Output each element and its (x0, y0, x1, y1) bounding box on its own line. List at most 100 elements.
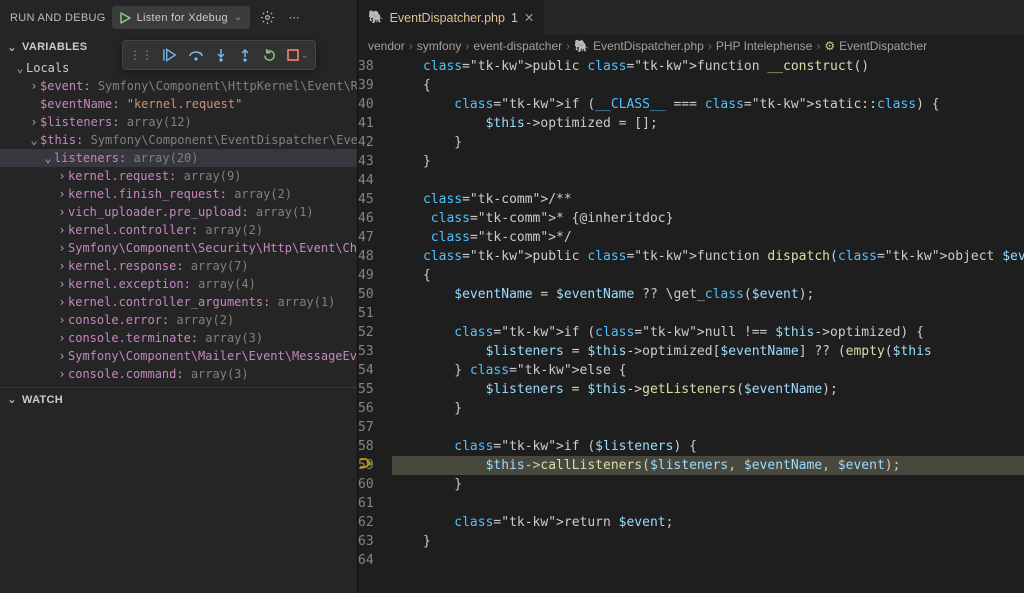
locals-label: Locals (26, 59, 69, 77)
code-line[interactable]: } (392, 152, 1024, 171)
var-value: array(20) (133, 149, 198, 167)
var-value: array(3) (205, 329, 263, 347)
var-array-item[interactable]: ›console.error: array(2) (0, 311, 357, 329)
code-line[interactable] (392, 418, 1024, 437)
var-array-item[interactable]: ›kernel.controller_arguments: array(1) (0, 293, 357, 311)
code-line[interactable] (392, 304, 1024, 323)
code-line[interactable]: $this->callListeners($listeners, $eventN… (392, 456, 1024, 475)
run-header: RUN AND DEBUG Listen for Xdebug ⌄ ⋯ (0, 0, 357, 35)
var-array-item[interactable]: ›kernel.finish_request: array(2) (0, 185, 357, 203)
var-this[interactable]: ⌄ $this: Symfony\Component\EventDispatch… (0, 131, 357, 149)
code-line[interactable]: class="tk-comm">*/ (392, 228, 1024, 247)
code-line[interactable]: class="tk-kw">if (class="tk-kw">null !==… (392, 323, 1024, 342)
code-line[interactable]: { (392, 76, 1024, 95)
watch-label: WATCH (22, 394, 63, 406)
code-line[interactable]: { (392, 266, 1024, 285)
code-editor[interactable]: class="tk-kw">public class="tk-kw">funct… (392, 57, 1024, 593)
breadcrumb-item[interactable]: vendor (368, 39, 405, 53)
code-line[interactable]: class="tk-kw">public class="tk-kw">funct… (392, 247, 1024, 266)
var-key: $eventName: (40, 95, 119, 113)
var-key: kernel.exception: (68, 275, 191, 293)
chevron-right-icon: › (28, 113, 40, 131)
more-icon[interactable]: ⋯ (285, 11, 304, 24)
var-value: array(1) (278, 293, 336, 311)
var-listeners20[interactable]: ⌄ listeners: array(20) (0, 149, 357, 167)
chevron-down-icon[interactable]: ⌄ (234, 12, 243, 23)
var-array-item[interactable]: ›kernel.response: array(7) (0, 257, 357, 275)
chevron-down-icon: ⌄ (28, 131, 40, 149)
code-line[interactable]: class="tk-comm">* {@inheritdoc} (392, 209, 1024, 228)
code-line[interactable]: class="tk-kw">public class="tk-kw">funct… (392, 57, 1024, 76)
breadcrumb-item[interactable]: PHP Intelephense (716, 39, 813, 53)
restart-icon[interactable] (262, 48, 277, 63)
chevron-right-icon: › (56, 311, 68, 329)
var-eventname[interactable]: $eventName: "kernel.request" (0, 95, 357, 113)
code-line[interactable]: } (392, 399, 1024, 418)
gear-icon[interactable] (256, 10, 279, 25)
code-line[interactable]: class="tk-kw">if ($listeners) { (392, 437, 1024, 456)
code-line[interactable]: } (392, 133, 1024, 152)
stop-icon[interactable]: ⌄ (287, 49, 309, 61)
close-icon[interactable]: ✕ (524, 10, 534, 25)
code-line[interactable] (392, 551, 1024, 570)
var-value: Symfony\Component\EventDispatcher\Even… (91, 131, 357, 149)
tab-eventdispatcher[interactable]: 🐘 EventDispatcher.php 1 ✕ (358, 0, 545, 35)
var-key: Symfony\Component\Security\Http\Event\Ch… (68, 239, 357, 257)
var-array-item[interactable]: ›kernel.request: array(9) (0, 167, 357, 185)
continue-icon[interactable] (163, 48, 178, 62)
code-line[interactable]: $listeners = $this->optimized[$eventName… (392, 342, 1024, 361)
var-event[interactable]: › $event: Symfony\Component\HttpKernel\E… (0, 77, 357, 95)
code-line[interactable] (392, 171, 1024, 190)
code-line[interactable]: } (392, 475, 1024, 494)
chevron-right-icon: › (56, 275, 68, 293)
var-key: Symfony\Component\Mailer\Event\MessageEv… (68, 347, 357, 365)
var-array-item[interactable]: ›vich_uploader.pre_upload: array(1) (0, 203, 357, 221)
var-array-item[interactable]: ›console.terminate: array(3) (0, 329, 357, 347)
code-line[interactable]: $listeners = $this->getListeners($eventN… (392, 380, 1024, 399)
debug-config-select[interactable]: Listen for Xdebug ⌄ (112, 6, 250, 29)
start-debug-icon[interactable] (119, 12, 131, 24)
var-key: listeners: (54, 149, 126, 167)
chevron-right-icon: › (708, 39, 712, 53)
var-value: array(1) (256, 203, 314, 221)
chevron-down-icon: ⌄ (6, 41, 18, 54)
step-out-icon[interactable] (238, 48, 252, 62)
breadcrumb-item[interactable]: EventDispatcher.php (593, 39, 704, 53)
var-array-item[interactable]: ›kernel.controller: array(2) (0, 221, 357, 239)
breadcrumbs[interactable]: vendor › symfony › event-dispatcher › 🐘 … (358, 35, 1024, 57)
var-key: kernel.response: (68, 257, 184, 275)
watch-section-header[interactable]: ⌄ WATCH (0, 387, 357, 411)
var-key: console.command: (68, 365, 184, 383)
var-array-item[interactable]: ›kernel.exception: array(4) (0, 275, 357, 293)
step-into-icon[interactable] (214, 48, 228, 62)
code-line[interactable]: $this->optimized = []; (392, 114, 1024, 133)
code-line[interactable]: } (392, 532, 1024, 551)
code-line[interactable]: class="tk-kw">return $event; (392, 513, 1024, 532)
chevron-down-icon: ⌄ (42, 149, 54, 167)
code-line[interactable] (392, 494, 1024, 513)
chevron-right-icon: › (56, 167, 68, 185)
var-value: array(9) (184, 167, 242, 185)
breadcrumb-item[interactable]: EventDispatcher (839, 39, 927, 53)
code-line[interactable]: $eventName = $eventName ?? \get_class($e… (392, 285, 1024, 304)
var-array-item[interactable]: ›Symfony\Component\Mailer\Event\MessageE… (0, 347, 357, 365)
code-area: 3839404142434445464748495051525354555657… (358, 57, 1024, 593)
chevron-right-icon: › (56, 365, 68, 383)
run-and-debug-title: RUN AND DEBUG (10, 12, 106, 24)
php-file-icon: 🐘 (574, 39, 589, 53)
var-array-item[interactable]: ›Symfony\Component\Security\Http\Event\C… (0, 239, 357, 257)
var-array-item[interactable]: ›console.command: array(3) (0, 365, 357, 383)
breadcrumb-item[interactable]: symfony (417, 39, 462, 53)
var-key: vich_uploader.pre_upload: (68, 203, 249, 221)
grip-icon[interactable]: ⋮⋮ (129, 48, 153, 62)
step-over-icon[interactable] (188, 48, 204, 62)
code-line[interactable]: class="tk-comm">/** (392, 190, 1024, 209)
var-value: array(12) (127, 113, 192, 131)
code-line[interactable]: class="tk-kw">if (__CLASS__ === class="t… (392, 95, 1024, 114)
code-line[interactable]: } class="tk-kw">else { (392, 361, 1024, 380)
var-key: $this: (40, 131, 83, 149)
var-listeners12[interactable]: › $listeners: array(12) (0, 113, 357, 131)
var-key: kernel.finish_request: (68, 185, 227, 203)
breadcrumb-item[interactable]: event-dispatcher (473, 39, 562, 53)
var-value: "kernel.request" (127, 95, 243, 113)
